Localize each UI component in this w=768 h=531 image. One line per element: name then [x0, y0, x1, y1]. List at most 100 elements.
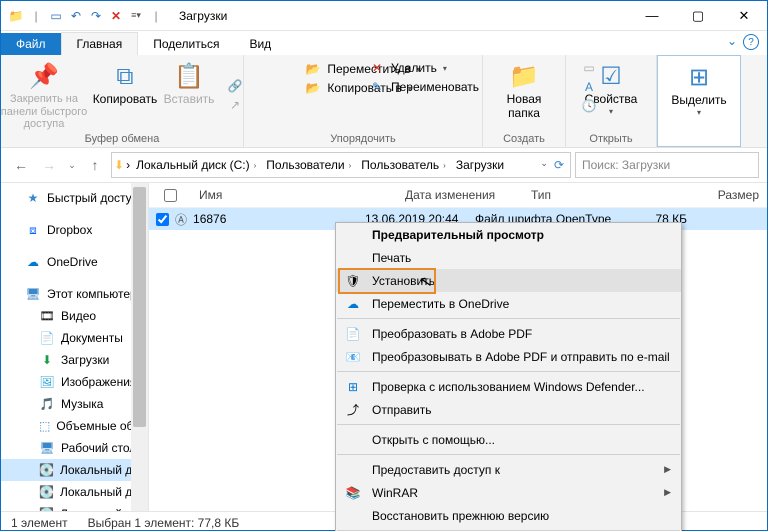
winrar-icon: 📚 — [344, 484, 362, 502]
select-button[interactable]: ⊞ Выделить ▾ — [669, 60, 729, 119]
copy-button[interactable]: ⧉ Копировать — [95, 59, 155, 133]
delete-button[interactable]: ✕Удалить ▾ — [369, 60, 479, 76]
copy-path-button[interactable]: 🔗 — [227, 78, 243, 94]
search-input[interactable]: Поиск: Загрузки — [575, 152, 759, 178]
menu-defender[interactable]: ⊞Проверка с использованием Windows Defen… — [336, 375, 681, 398]
edit-icon: A — [581, 79, 597, 95]
menu-preview[interactable]: Предварительный просмотр — [336, 223, 681, 246]
star-icon: ★ — [25, 190, 41, 206]
menu-restore[interactable]: Восстановить прежнюю версию — [336, 504, 681, 527]
tab-home[interactable]: Главная — [61, 32, 139, 55]
breadcrumb-bar[interactable]: ⬇ › Локальный диск (C:)› Пользователи› П… — [111, 152, 571, 178]
open-small-button[interactable]: ▭ — [581, 60, 597, 76]
up-button[interactable]: ↑ — [83, 153, 107, 177]
forward-button[interactable]: → — [37, 153, 61, 177]
back-button[interactable]: ← — [9, 153, 33, 177]
history-icon: 🕓 — [581, 98, 597, 114]
tree-scrollbar[interactable] — [131, 183, 148, 511]
move-icon: 📂 — [305, 61, 321, 77]
refresh-icon[interactable]: ⟳ — [554, 158, 564, 172]
onedrive-icon: ☁ — [344, 295, 362, 313]
tree-item[interactable]: 💽Локальный диск (C:) — [1, 459, 148, 481]
menu-winrar[interactable]: 📚WinRAR▶ — [336, 481, 681, 504]
tree-item[interactable]: 🎞Видео — [1, 305, 148, 327]
column-headers[interactable]: Имя Дата изменения Тип Размер — [149, 183, 767, 208]
delete-icon[interactable]: ✕ — [107, 7, 125, 25]
col-name[interactable]: Имя — [191, 188, 397, 202]
tree-this-pc[interactable]: 🖥Этот компьютер — [1, 283, 148, 305]
menu-print[interactable]: Печать — [336, 246, 681, 269]
menu-adobe-pdf[interactable]: 📄Преобразовать в Adobe PDF — [336, 322, 681, 345]
col-date[interactable]: Дата изменения — [397, 188, 523, 202]
menu-adobe-mail[interactable]: 📧Преобразовывать в Adobe PDF и отправить… — [336, 345, 681, 368]
share-icon: ⤴ — [344, 401, 362, 419]
pin-button[interactable]: 📌 Закрепить на панели быстрого доступа — [0, 59, 91, 133]
dropbox-icon: ⧈ — [25, 222, 41, 238]
paste-button[interactable]: 📋 Вставить — [159, 59, 219, 133]
history-small-button[interactable]: 🕓 — [581, 98, 597, 114]
qat-dropdown-icon[interactable]: ≡▾ — [127, 7, 145, 25]
menu-move-onedrive[interactable]: ☁Переместить в OneDrive — [336, 292, 681, 315]
menu-install[interactable]: 🛡Установить — [336, 269, 681, 292]
close-button[interactable]: ✕ — [721, 1, 767, 30]
menu-open-with[interactable]: Открыть с помощью... — [336, 428, 681, 451]
quick-access-toolbar: 📁 | ▭ ↶ ↷ ✕ ≡▾ | — [1, 7, 165, 25]
title-bar: 📁 | ▭ ↶ ↷ ✕ ≡▾ | Загрузки — ▢ ✕ — [1, 1, 767, 31]
video-icon: 🎞 — [39, 308, 55, 324]
ribbon: 📌 Закрепить на панели быстрого доступа ⧉… — [1, 55, 767, 148]
tree-item[interactable]: 🖼Изображения — [1, 371, 148, 393]
tree-item[interactable]: 💽Локальный диск (D:) — [1, 481, 148, 503]
undo-icon[interactable]: ↶ — [67, 7, 85, 25]
row-checkbox[interactable] — [156, 213, 169, 226]
copy-icon: ⧉ — [116, 61, 133, 93]
status-selection: Выбран 1 элемент: 77,8 КБ — [88, 516, 240, 530]
rename-button[interactable]: ✎Переименовать — [369, 79, 479, 95]
minimize-button[interactable]: — — [629, 1, 675, 30]
paste-shortcut-button[interactable]: ↗ — [227, 97, 243, 113]
maximize-button[interactable]: ▢ — [675, 1, 721, 30]
crumb[interactable]: Пользователь› — [357, 158, 450, 172]
pin-icon: 📌 — [29, 61, 59, 93]
tree-item[interactable]: 💽Локальный диск (E:) — [1, 503, 148, 511]
tree-item[interactable]: 📄Документы — [1, 327, 148, 349]
dropdown-icon[interactable]: ⌄ — [540, 158, 548, 172]
properties-icon[interactable]: ▭ — [47, 7, 65, 25]
pc-icon: 🖥 — [25, 286, 41, 302]
crumb[interactable]: Пользователи› — [262, 158, 355, 172]
down-arrow-icon[interactable]: ⬇ — [114, 158, 124, 172]
menu-access[interactable]: Предоставить доступ к▶ — [336, 458, 681, 481]
edit-small-button[interactable]: A — [581, 79, 597, 95]
expand-ribbon-icon[interactable]: ⌄ — [727, 34, 737, 50]
tree-onedrive[interactable]: ☁OneDrive — [1, 251, 148, 273]
shortcut-icon: ↗ — [227, 97, 243, 113]
defender-icon: ⊞ — [344, 378, 362, 396]
crumb[interactable]: Загрузки — [452, 158, 508, 172]
delete-icon: ✕ — [369, 60, 385, 76]
folder-icon[interactable]: 📁 — [7, 7, 25, 25]
tab-file[interactable]: Файл — [1, 33, 61, 55]
3d-icon: ⬚ — [39, 418, 50, 434]
crumb[interactable]: Локальный диск (C:)› — [132, 158, 260, 172]
new-folder-button[interactable]: 📁 Новая папка — [494, 59, 554, 123]
recent-button[interactable]: ⌄ — [65, 153, 79, 177]
tree-quick-access[interactable]: ★Быстрый доступ — [1, 187, 148, 209]
tree-item[interactable]: 🖥Рабочий стол — [1, 437, 148, 459]
tree-item[interactable]: 🎵Музыка — [1, 393, 148, 415]
col-size[interactable]: Размер — [691, 188, 767, 202]
tree-item[interactable]: ⬇Загрузки — [1, 349, 148, 371]
select-icon: ⊞ — [689, 62, 709, 94]
music-icon: 🎵 — [39, 396, 55, 412]
font-file-icon: Ⓐ — [175, 211, 187, 228]
drive-icon: 💽 — [39, 484, 54, 500]
col-type[interactable]: Тип — [523, 188, 691, 202]
help-icon[interactable]: ? — [743, 34, 759, 50]
tab-view[interactable]: Вид — [234, 33, 286, 55]
select-all-checkbox[interactable] — [164, 189, 177, 202]
redo-icon[interactable]: ↷ — [87, 7, 105, 25]
tab-share[interactable]: Поделиться — [138, 33, 234, 55]
tree-dropbox[interactable]: ⧈Dropbox — [1, 219, 148, 241]
divider-icon: | — [147, 7, 165, 25]
paste-icon: 📋 — [174, 61, 204, 93]
tree-item[interactable]: ⬚Объемные объекты — [1, 415, 148, 437]
menu-share[interactable]: ⤴Отправить — [336, 398, 681, 421]
